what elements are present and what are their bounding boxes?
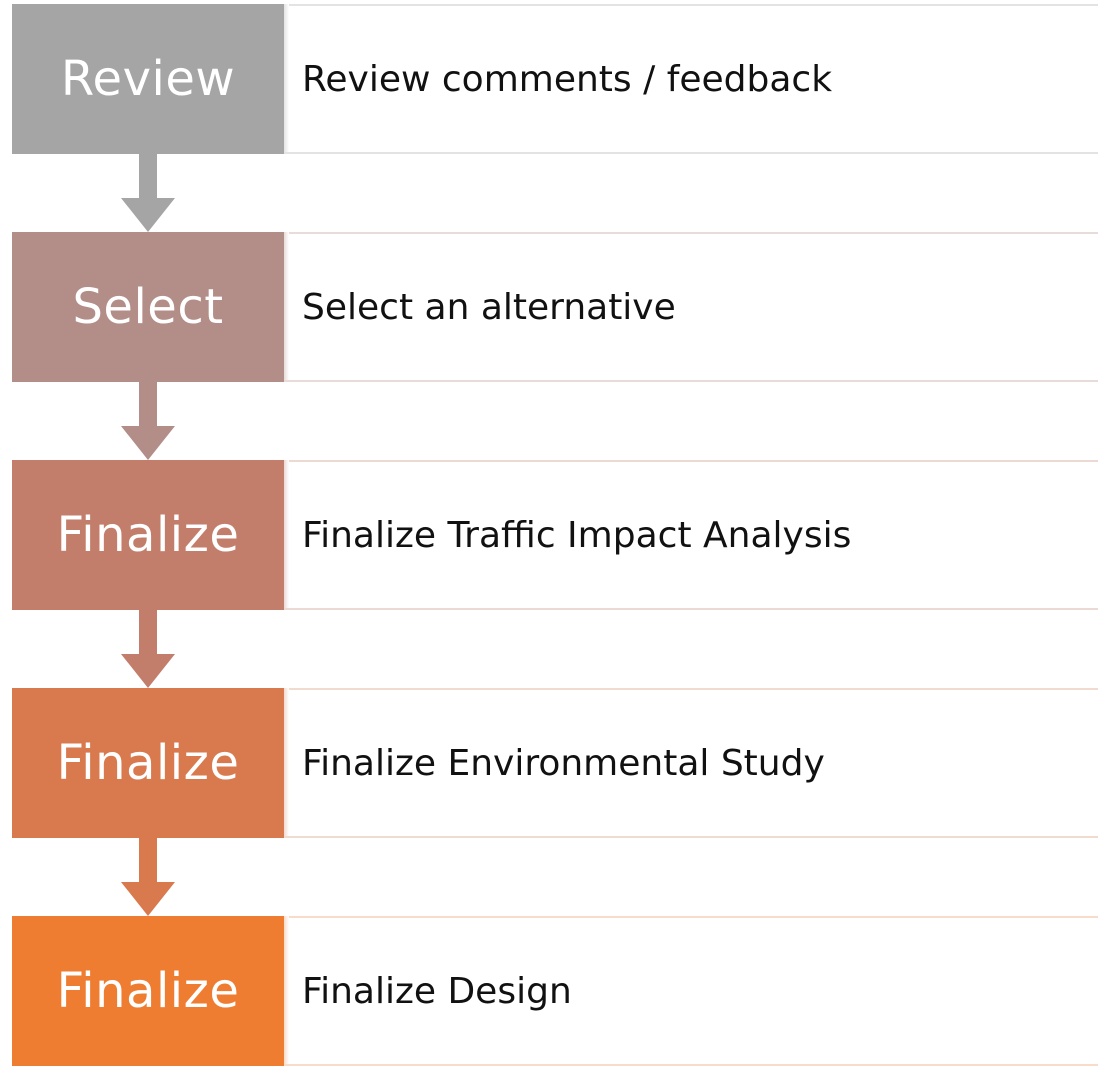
divider (284, 460, 289, 610)
step-box-finalize-design: Finalize (12, 916, 284, 1066)
step-box-select: Select (12, 232, 284, 382)
divider (284, 608, 1098, 610)
step-label: Finalize (56, 963, 240, 1019)
step-box-finalize-environmental: Finalize (12, 688, 284, 838)
step-description-text: Finalize Traffic Impact Analysis (302, 514, 852, 556)
step-label: Review (60, 51, 236, 107)
down-arrow-icon (113, 838, 183, 916)
step-description-finalize-environmental: Finalize Environmental Study (284, 688, 1098, 838)
step-box-review: Review (12, 4, 284, 154)
step-description-select: Select an alternative (284, 232, 1098, 382)
divider (284, 460, 1098, 462)
step-description-finalize-traffic: Finalize Traffic Impact Analysis (284, 460, 1098, 610)
divider (284, 916, 1098, 918)
step-box-finalize-traffic: Finalize (12, 460, 284, 610)
divider (284, 688, 289, 838)
divider (284, 232, 1098, 234)
step-description-text: Finalize Design (302, 970, 572, 1012)
divider (284, 232, 289, 382)
step-label: Select (72, 279, 224, 335)
divider (284, 4, 289, 154)
divider (284, 4, 1098, 6)
divider (284, 916, 289, 1066)
step-description-review: Review comments / feedback (284, 4, 1098, 154)
down-arrow-icon (113, 154, 183, 232)
step-description-text: Finalize Environmental Study (302, 742, 825, 784)
step-description-text: Select an alternative (302, 286, 676, 328)
divider (284, 152, 1098, 154)
divider (284, 688, 1098, 690)
divider (284, 380, 1098, 382)
step-label: Finalize (56, 735, 240, 791)
divider (284, 836, 1098, 838)
step-label: Finalize (56, 507, 240, 563)
down-arrow-icon (113, 382, 183, 460)
step-description-finalize-design: Finalize Design (284, 916, 1098, 1066)
down-arrow-icon (113, 610, 183, 688)
step-description-text: Review comments / feedback (302, 58, 833, 100)
